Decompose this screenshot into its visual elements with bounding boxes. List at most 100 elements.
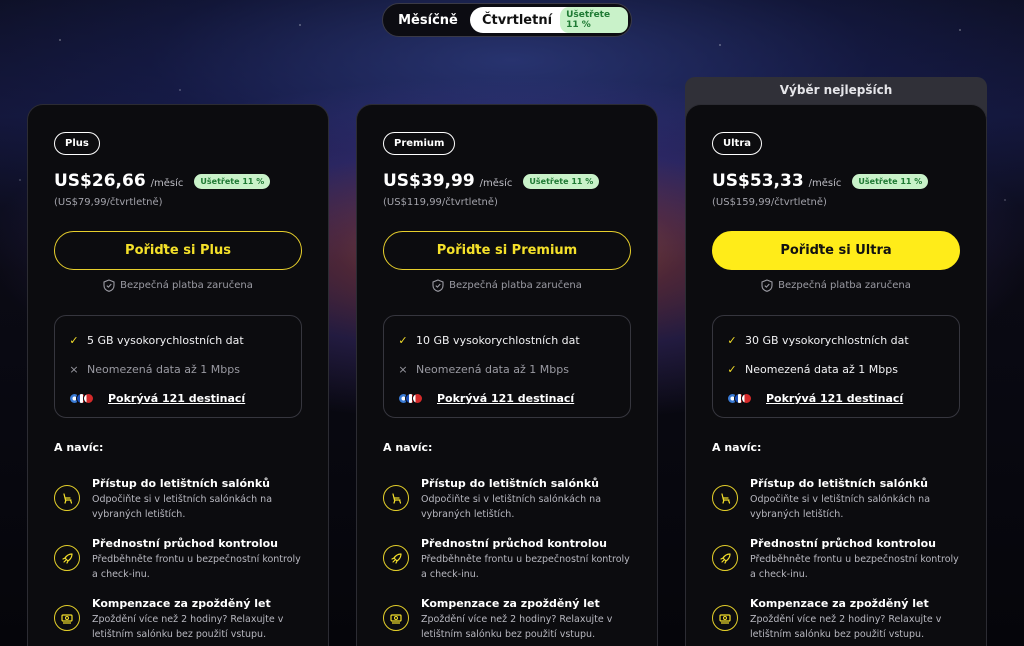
feature-item: ✓ 5 GB vysokorychlostních dat <box>69 326 287 355</box>
plan-card-ultra: Ultra US$53,33 /měsíc Ušetřete 11 % (US$… <box>685 104 987 646</box>
extra-item: Přednostní průchod kontrolou Předběhněte… <box>383 537 633 582</box>
money-icon <box>54 605 80 631</box>
price: US$53,33 <box>712 171 804 191</box>
extra-description: Zpoždění více než 2 hodiny? Relaxujte v … <box>92 614 284 640</box>
features-box: ✓ 10 GB vysokorychlostních dat × Neomeze… <box>383 315 631 418</box>
tier-badge: Plus <box>54 132 100 155</box>
tier-badge: Ultra <box>712 132 763 155</box>
feature-mark-icon: ✓ <box>727 363 737 376</box>
rocket-icon <box>383 545 409 571</box>
feature-label: 10 GB vysokorychlostních dat <box>416 334 580 347</box>
extra-description: Odpočiňte si v letištních salónkách na v… <box>750 494 931 520</box>
get-plan-button[interactable]: Pořiďte si Plus <box>54 231 302 270</box>
feature-item: Pokrývá 121 destinací <box>727 384 945 413</box>
extra-item: Přednostní průchod kontrolou Předběhněte… <box>54 537 304 582</box>
feature-label: Neomezená data až 1 Mbps <box>745 363 898 376</box>
extra-title: Kompenzace za zpožděný let <box>750 597 929 610</box>
destinations-link[interactable]: Pokrývá 121 destinací <box>437 392 574 405</box>
extra-item: Kompenzace za zpožděný let Zpoždění více… <box>712 597 962 642</box>
quarterly-price: (US$159,99/čtvrtletně) <box>712 197 827 208</box>
extra-title: Přednostní průchod kontrolou <box>421 537 607 550</box>
extra-description: Předběhněte frontu u bezpečnostní kontro… <box>421 554 630 580</box>
extra-title: Kompenzace za zpožděný let <box>92 597 271 610</box>
feature-item: ✓ Neomezená data až 1 Mbps <box>727 355 945 384</box>
extra-title: Kompenzace za zpožděný let <box>421 597 600 610</box>
shield-check-icon <box>761 279 773 292</box>
save-badge: Ušetřete 11 % <box>852 173 929 189</box>
toggle-quarterly[interactable]: Čtvrtletní Ušetřete 11 % <box>470 7 628 33</box>
toggle-save-badge: Ušetřete 11 % <box>560 7 628 33</box>
plan-card-plus: Plus US$26,66 /měsíc Ušetřete 11 % (US$7… <box>27 104 329 646</box>
rocket-icon <box>712 545 738 571</box>
rocket-icon <box>54 545 80 571</box>
tier-badge: Premium <box>383 132 456 155</box>
quarterly-price: (US$119,99/čtvrtletně) <box>383 197 498 208</box>
feature-mark-icon: × <box>398 363 408 376</box>
extras-heading: A navíc: <box>383 441 433 454</box>
get-plan-button[interactable]: Pořiďte si Ultra <box>712 231 960 270</box>
save-badge: Ušetřete 11 % <box>523 173 600 189</box>
extra-description: Zpoždění více než 2 hodiny? Relaxujte v … <box>750 614 942 640</box>
extra-item: Kompenzace za zpožděný let Zpoždění více… <box>54 597 304 642</box>
check-icon: ✓ <box>398 334 408 347</box>
save-badge: Ušetřete 11 % <box>194 173 271 189</box>
feature-item: × Neomezená data až 1 Mbps <box>398 355 616 384</box>
plan-card-premium: Premium US$39,99 /měsíc Ušetřete 11 % (U… <box>356 104 658 646</box>
lounge-seat-icon <box>54 485 80 511</box>
destinations-link[interactable]: Pokrývá 121 destinací <box>108 392 245 405</box>
shield-check-icon <box>103 279 115 292</box>
money-icon <box>712 605 738 631</box>
price-row: US$26,66 /měsíc Ušetřete 11 % <box>54 171 271 191</box>
check-icon: ✓ <box>727 334 737 347</box>
secure-payment: Bezpečná platba zaručena <box>28 279 328 292</box>
feature-label: Neomezená data až 1 Mbps <box>87 363 240 376</box>
secure-payment-label: Bezpečná platba zaručena <box>449 280 582 291</box>
get-plan-button[interactable]: Pořiďte si Premium <box>383 231 631 270</box>
feature-label: Neomezená data až 1 Mbps <box>416 363 569 376</box>
extra-title: Přednostní průchod kontrolou <box>750 537 936 550</box>
price-period: /měsíc <box>479 178 513 189</box>
feature-item: Pokrývá 121 destinací <box>398 384 616 413</box>
money-icon <box>383 605 409 631</box>
features-box: ✓ 5 GB vysokorychlostních dat × Neomezen… <box>54 315 302 418</box>
extra-item: Přístup do letištních salónků Odpočiňte … <box>54 477 304 522</box>
secure-payment-label: Bezpečná platba zaručena <box>778 280 911 291</box>
extra-description: Odpočiňte si v letištních salónkách na v… <box>421 494 602 520</box>
extra-description: Zpoždění více než 2 hodiny? Relaxujte v … <box>421 614 613 640</box>
country-flags-icon <box>398 393 423 404</box>
secure-payment-label: Bezpečná platba zaručena <box>120 280 253 291</box>
feature-item: × Neomezená data až 1 Mbps <box>69 355 287 384</box>
feature-label: 5 GB vysokorychlostních dat <box>87 334 244 347</box>
country-flags-icon <box>69 393 94 404</box>
extras-heading: A navíc: <box>712 441 762 454</box>
lounge-seat-icon <box>383 485 409 511</box>
toggle-monthly[interactable]: Měsíčně <box>386 7 470 33</box>
extra-item: Přístup do letištních salónků Odpočiňte … <box>383 477 633 522</box>
shield-check-icon <box>432 279 444 292</box>
extra-description: Odpočiňte si v letištních salónkách na v… <box>92 494 273 520</box>
billing-period-toggle[interactable]: Měsíčně Čtvrtletní Ušetřete 11 % <box>382 3 632 37</box>
price-period: /měsíc <box>808 178 842 189</box>
feature-label: 30 GB vysokorychlostních dat <box>745 334 909 347</box>
extra-description: Předběhněte frontu u bezpečnostní kontro… <box>750 554 959 580</box>
secure-payment: Bezpečná platba zaručena <box>357 279 657 292</box>
feature-mark-icon: × <box>69 363 79 376</box>
extra-title: Přístup do letištních salónků <box>92 477 270 490</box>
country-flags-icon <box>727 393 752 404</box>
extra-item: Přednostní průchod kontrolou Předběhněte… <box>712 537 962 582</box>
feature-item: ✓ 10 GB vysokorychlostních dat <box>398 326 616 355</box>
extra-title: Přednostní průchod kontrolou <box>92 537 278 550</box>
price-period: /měsíc <box>150 178 184 189</box>
feature-item: ✓ 30 GB vysokorychlostních dat <box>727 326 945 355</box>
quarterly-price: (US$79,99/čtvrtletně) <box>54 197 163 208</box>
price-row: US$39,99 /měsíc Ušetřete 11 % <box>383 171 600 191</box>
extra-item: Přístup do letištních salónků Odpočiňte … <box>712 477 962 522</box>
destinations-link[interactable]: Pokrývá 121 destinací <box>766 392 903 405</box>
price: US$39,99 <box>383 171 475 191</box>
price-row: US$53,33 /měsíc Ušetřete 11 % <box>712 171 929 191</box>
feature-item: Pokrývá 121 destinací <box>69 384 287 413</box>
extra-description: Předběhněte frontu u bezpečnostní kontro… <box>92 554 301 580</box>
toggle-quarterly-label: Čtvrtletní <box>482 12 553 28</box>
extra-title: Přístup do letištních salónků <box>750 477 928 490</box>
extra-item: Kompenzace za zpožděný let Zpoždění více… <box>383 597 633 642</box>
